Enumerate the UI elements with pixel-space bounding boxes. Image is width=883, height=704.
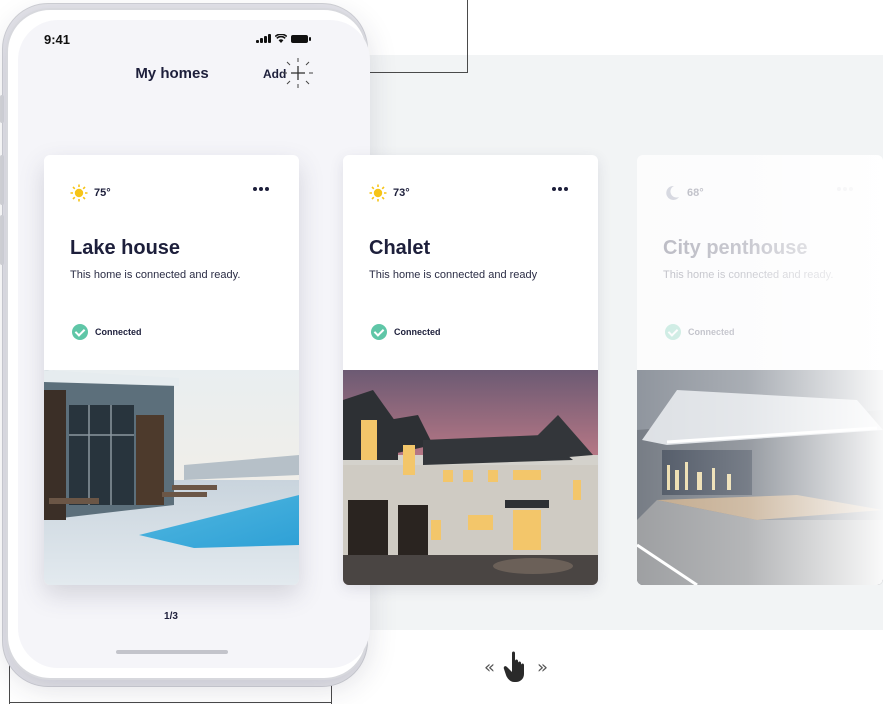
home-description: This home is connected and ready <box>369 269 538 281</box>
home-name: City penthouse <box>663 237 808 259</box>
bracket-line <box>9 702 332 703</box>
temperature: 68° <box>687 187 704 199</box>
home-indicator[interactable] <box>116 650 228 654</box>
phone-side-button <box>0 155 4 205</box>
home-name: Chalet <box>369 237 431 259</box>
moon-icon <box>666 185 679 200</box>
home-description: This home is connected and ready. <box>663 269 834 281</box>
swipe-hint: « » <box>484 650 548 684</box>
more-options-icon[interactable] <box>552 187 568 191</box>
signal-icon <box>256 34 271 43</box>
plus-icon[interactable] <box>283 58 313 88</box>
status-label: Connected <box>688 327 735 337</box>
chevron-right-icon: » <box>537 656 549 678</box>
connection-status: Connected <box>72 324 142 340</box>
home-card-chalet[interactable]: 73° Chalet This home is connected and re… <box>343 155 598 585</box>
page-indicator: 1/3 <box>164 611 178 622</box>
home-name: Lake house <box>70 237 181 259</box>
weather-info: 73° <box>369 184 410 202</box>
phone-side-button <box>0 95 4 123</box>
page-title: My homes <box>135 65 209 82</box>
more-options-icon[interactable] <box>253 187 269 191</box>
phone-side-button <box>0 215 4 265</box>
connection-status: Connected <box>371 324 441 340</box>
temperature: 75° <box>94 187 111 199</box>
hand-pointer-icon <box>503 651 525 682</box>
weather-info: 75° <box>70 184 111 202</box>
more-options-icon[interactable] <box>837 187 853 191</box>
check-icon <box>665 324 681 340</box>
check-icon <box>371 324 387 340</box>
status-label: Connected <box>394 327 441 337</box>
home-photo <box>44 370 299 585</box>
battery-icon <box>291 34 311 43</box>
home-photo <box>637 370 883 585</box>
sun-icon <box>369 184 387 202</box>
wifi-icon <box>275 34 287 43</box>
status-label: Connected <box>95 327 142 337</box>
connection-status: Connected <box>665 324 735 340</box>
weather-info: 68° <box>663 184 704 202</box>
check-icon <box>72 324 88 340</box>
chevron-left-icon: « <box>484 656 496 678</box>
home-photo <box>343 370 598 585</box>
status-time: 9:41 <box>44 32 71 47</box>
callout-line <box>467 0 468 73</box>
home-card-city-penthouse[interactable]: 68° City penthouse This home is connecte… <box>637 155 883 585</box>
temperature: 73° <box>393 187 410 199</box>
sun-icon <box>70 184 88 202</box>
home-card-lake-house[interactable]: 75° Lake house This home is connected an… <box>44 155 299 585</box>
home-description: This home is connected and ready. <box>70 269 241 281</box>
status-icons <box>256 34 311 43</box>
